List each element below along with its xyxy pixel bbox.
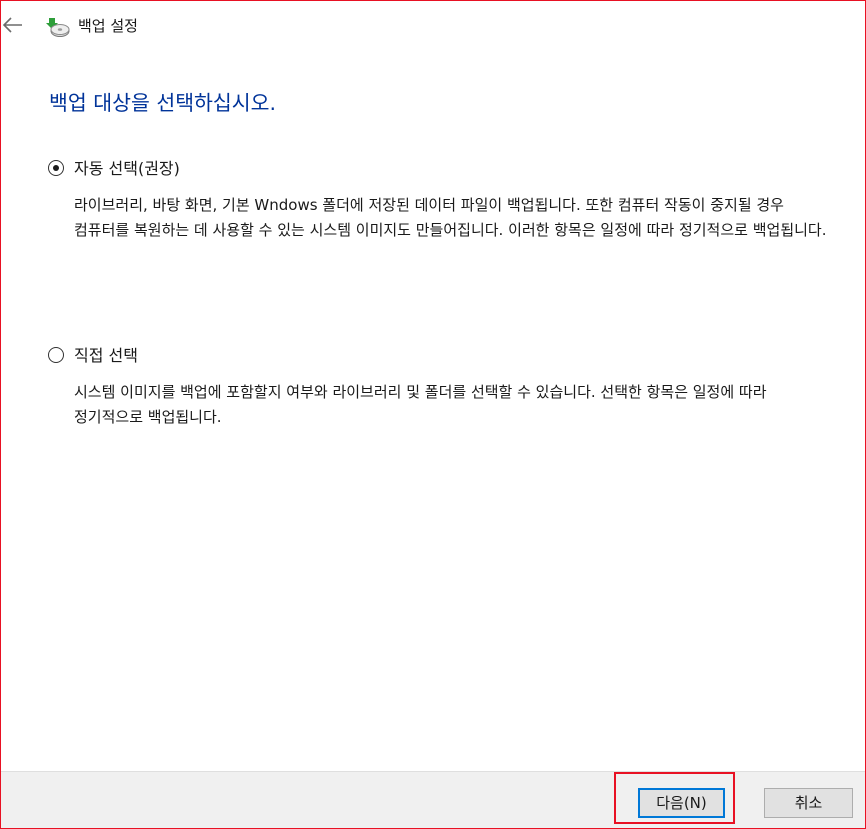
option-automatic-label[interactable]: 자동 선택(권장) [74, 157, 180, 181]
button-bar: 다음(N) 취소 [1, 771, 865, 828]
option-automatic-description: 라이브러리, 바탕 화면, 기본 Wndows 폴더에 저장된 데이터 파일이 … [74, 196, 827, 239]
option-manual: 직접 선택 시스템 이미지를 백업에 포함할지 여부와 라이브러리 및 폴더를 … [47, 344, 837, 426]
backup-drive-icon [45, 14, 71, 38]
next-button[interactable]: 다음(N) [638, 788, 725, 818]
page-heading: 백업 대상을 선택하십시오. [49, 91, 277, 115]
backup-settings-window: 백업 설정 백업 대상을 선택하십시오. 자동 선택(권장) 라이브러리, 바탕… [0, 0, 866, 829]
back-arrow-icon [1, 17, 27, 33]
option-automatic: 자동 선택(권장) 라이브러리, 바탕 화면, 기본 Wndows 폴더에 저장… [47, 157, 837, 239]
back-button[interactable] [1, 11, 27, 41]
window-title: 백업 설정 [78, 17, 138, 35]
radio-manual[interactable] [48, 347, 64, 363]
radio-manual-row[interactable]: 직접 선택 [47, 344, 837, 368]
radio-automatic-row[interactable]: 자동 선택(권장) [47, 157, 837, 181]
title-bar: 백업 설정 [1, 1, 865, 51]
cancel-button[interactable]: 취소 [764, 788, 853, 818]
option-manual-label[interactable]: 직접 선택 [74, 344, 138, 368]
radio-selected-dot [52, 164, 59, 171]
option-manual-description: 시스템 이미지를 백업에 포함할지 여부와 라이브러리 및 폴더를 선택할 수 … [74, 383, 767, 426]
radio-automatic[interactable] [48, 160, 64, 176]
